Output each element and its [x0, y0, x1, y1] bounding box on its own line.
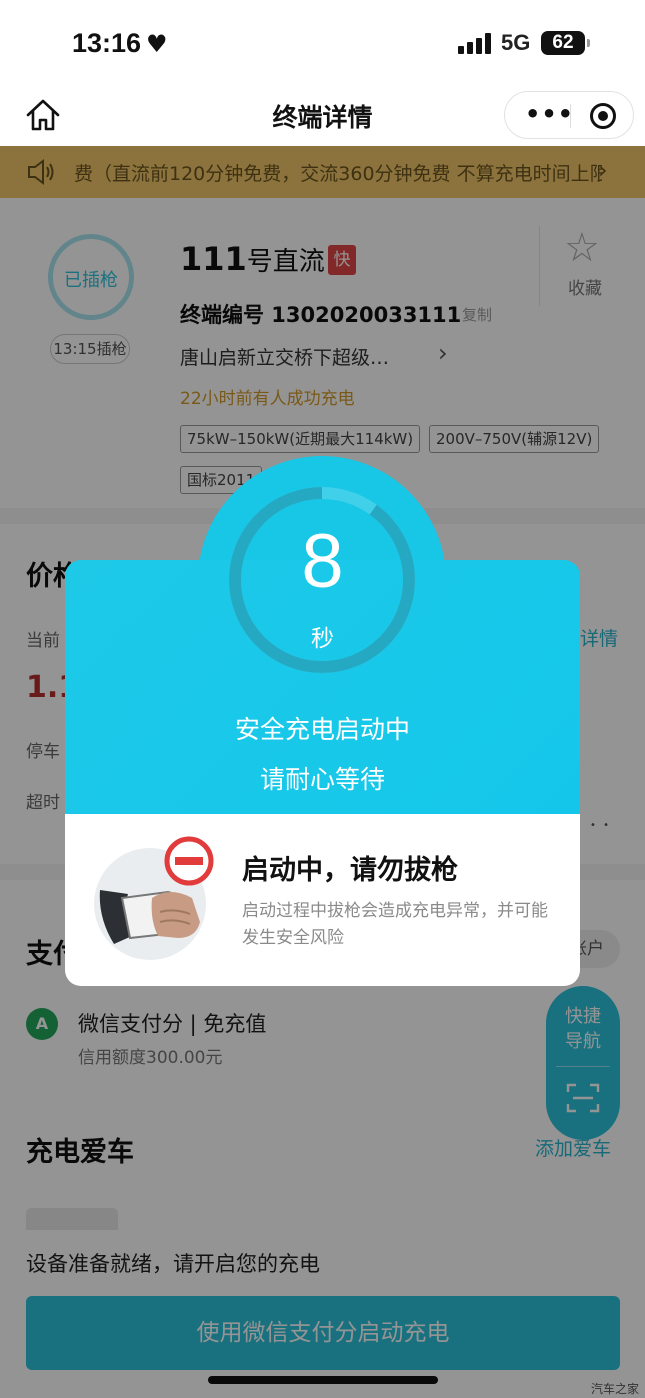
charging-start-modal: 8 秒 安全充电启动中 请耐心等待 启动中，请勿拔枪 启动过程中拔枪会造成充电异…: [0, 0, 645, 1398]
wait-message: 请耐心等待: [259, 765, 385, 794]
warning-title: 启动中，请勿拔枪: [242, 855, 458, 886]
countdown-number: 8: [301, 519, 344, 604]
warning-description: 启动过程中拔枪会造成充电异常，并可能发生安全风险: [242, 901, 548, 948]
no-entry-icon: [164, 836, 214, 886]
countdown-unit: 秒: [311, 626, 334, 652]
starting-message: 安全充电启动中: [234, 715, 410, 744]
